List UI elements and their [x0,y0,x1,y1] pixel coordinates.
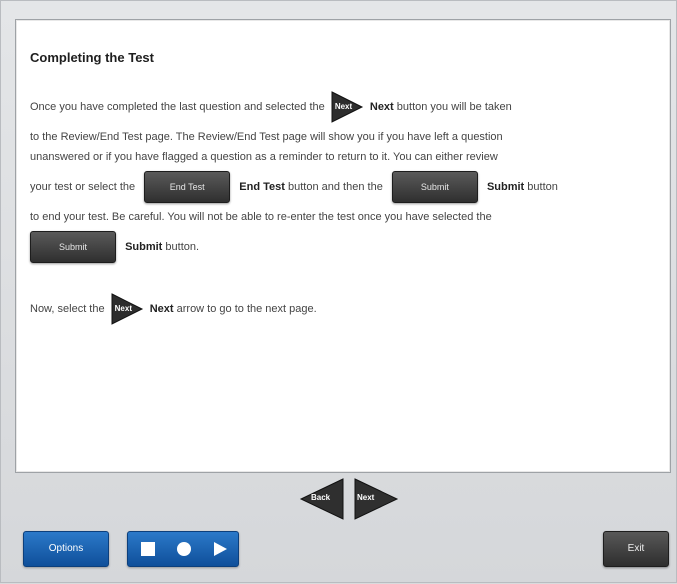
bold-text: Submit [125,241,163,253]
record-button[interactable] [166,532,202,566]
line-6: Submit Submit button. [30,227,656,267]
bottom-toolbar: Options Exit [1,525,677,584]
line-4: your test or select the End Test End Tes… [30,167,656,207]
submit-button-image: Submit [391,171,478,204]
line-1: Once you have completed the last questio… [30,87,656,127]
page-navigation: Back Next [299,477,399,521]
app-frame: Completing the Test Once you have comple… [0,0,677,583]
next-button[interactable]: Next [353,477,399,521]
content-inner: Completing the Test Once you have comple… [16,20,670,329]
bold-text: Next [149,303,174,315]
stop-icon [141,542,155,556]
line-2: to the Review/End Test page. The Review/… [30,131,503,143]
stop-button[interactable] [130,532,166,566]
end-test-button-image: End Test [144,171,231,204]
next-button-label: Next [357,493,375,502]
back-button[interactable]: Back [299,477,345,521]
text-segment: button you will be taken [396,101,512,113]
text-segment: Now, select the [30,303,105,315]
text-segment: your test or select the [30,181,136,193]
bold-text: Next [369,101,394,113]
text-segment: arrow to go to the next page. [176,303,317,315]
submit-button-image: Submit [30,231,116,264]
next-arrow-icon: Next [330,90,364,124]
next-icon-label: Next [334,102,353,112]
text-segment: button. [165,241,200,253]
text-segment: button and then the [288,181,383,193]
media-controls [127,531,239,567]
text-segment: button [527,181,558,193]
next-arrow-icon: Next [110,292,144,326]
content-panel: Completing the Test Once you have comple… [15,19,671,473]
record-icon [177,542,191,556]
exit-button[interactable]: Exit [603,531,669,567]
text-segment: Once you have completed the last questio… [30,101,325,113]
play-button[interactable] [202,532,238,566]
back-button-label: Back [311,493,331,502]
line-5: to end your test. Be careful. You will n… [30,211,492,223]
bold-text: End Test [239,181,285,193]
line-3: unanswered or if you have flagged a ques… [30,151,498,163]
bold-text: Submit [486,181,525,193]
page-title: Completing the Test [30,50,154,65]
next-instruction-paragraph: Now, select the Next Next arrow to go to… [30,289,656,329]
options-button[interactable]: Options [23,531,109,567]
line-7: Now, select the Next Next arrow to go to… [30,289,656,329]
play-icon [214,542,227,556]
instructions-paragraph: Once you have completed the last questio… [30,87,656,267]
next-icon-label: Next [114,304,132,314]
